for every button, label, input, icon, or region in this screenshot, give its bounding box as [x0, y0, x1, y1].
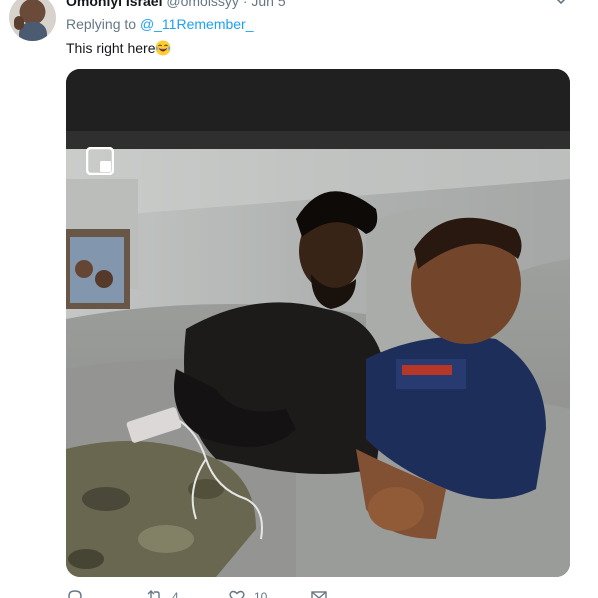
picture-in-picture-icon[interactable]	[86, 147, 114, 175]
video-frame	[66, 69, 570, 577]
retweet-icon[interactable]	[146, 588, 164, 598]
video-media[interactable]	[66, 69, 570, 577]
like-action[interactable]: 10	[228, 588, 267, 598]
like-count: 10	[254, 590, 268, 598]
tweet-text: This right here	[66, 40, 171, 56]
reply-action[interactable]	[66, 588, 92, 598]
replying-prefix: Replying to	[66, 16, 137, 32]
chevron-down-icon[interactable]	[554, 0, 568, 8]
heart-icon[interactable]	[228, 588, 246, 598]
share-icon[interactable]	[310, 588, 328, 598]
retweet-action[interactable]: 4	[146, 588, 179, 598]
replying-to-link[interactable]: @_11Remember_	[140, 16, 254, 32]
reply-icon[interactable]	[66, 588, 84, 598]
avatar-hand	[14, 16, 24, 30]
tweet-text-content: This right here	[66, 40, 156, 56]
avatar[interactable]	[9, 0, 56, 41]
share-action[interactable]	[310, 588, 328, 598]
handle-and-date[interactable]: @omoissyy · Jun 5	[166, 0, 285, 9]
display-name[interactable]: Omoniyi Israel	[66, 0, 162, 9]
tweet[interactable]: Omoniyi Israel @omoissyy · Jun 5 Replyin…	[0, 0, 598, 598]
replying-to: Replying to @_11Remember_	[66, 16, 254, 32]
tweet-actions: 4 10	[66, 588, 366, 598]
tweet-header: Omoniyi Israel @omoissyy · Jun 5	[66, 0, 286, 9]
retweet-count: 4	[172, 590, 179, 598]
laughing-emoji-icon	[155, 40, 171, 56]
